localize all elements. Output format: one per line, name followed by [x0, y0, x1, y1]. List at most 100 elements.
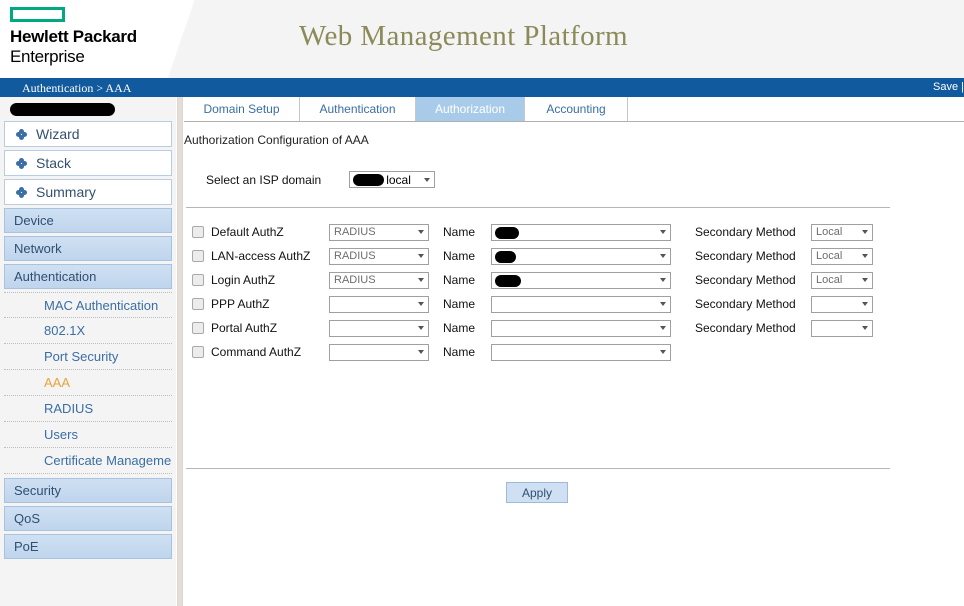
- tab-authorization[interactable]: Authorization: [416, 97, 525, 121]
- label-default-authz: Default AuthZ: [211, 225, 329, 239]
- isp-domain-value: local: [386, 173, 411, 187]
- secondary-method-select-lan-access-authz[interactable]: Local: [811, 248, 873, 265]
- sidebar-section-authentication[interactable]: Authentication: [4, 264, 172, 289]
- chevron-down-icon: [862, 326, 868, 330]
- sidebar-subitem-802-1x[interactable]: 802.1X: [4, 318, 172, 344]
- navigation-bar: Authentication > AAA Save |: [0, 78, 964, 97]
- authz-row-login-authz: Login AuthZRADIUSNameSecondary MethodLoc…: [192, 268, 912, 292]
- label-login-authz: Login AuthZ: [211, 273, 329, 287]
- name-label-default-authz: Name: [443, 225, 491, 239]
- method-value: RADIUS: [334, 250, 376, 262]
- chevron-down-icon: [862, 302, 868, 306]
- method-select-command-authz[interactable]: [329, 344, 429, 361]
- sidebar-subitem-port-security[interactable]: Port Security: [4, 344, 172, 370]
- secondary-method-value: Local: [816, 226, 842, 238]
- sidebar-section-device[interactable]: Device: [4, 208, 172, 233]
- checkbox-command-authz[interactable]: [192, 346, 204, 358]
- sidebar-section-poe[interactable]: PoE: [4, 534, 172, 559]
- secondary-method-label-lan-access-authz: Secondary Method: [695, 249, 811, 263]
- authz-row-ppp-authz: PPP AuthZ Name Secondary Method: [192, 292, 912, 316]
- name-select-default-authz[interactable]: [491, 224, 671, 241]
- method-select-ppp-authz[interactable]: [329, 296, 429, 313]
- name-select-login-authz[interactable]: [491, 272, 671, 289]
- brand-name-line1: Hewlett Packard: [10, 27, 160, 47]
- sidebar-section-security[interactable]: Security: [4, 478, 172, 503]
- sidebar-menu: Wizard Stack Summary Device Network Authentic…: [4, 121, 172, 562]
- name-label-command-authz: Name: [443, 345, 491, 359]
- method-value: RADIUS: [334, 226, 376, 238]
- isp-domain-redaction: [353, 174, 384, 186]
- name-label-login-authz: Name: [443, 273, 491, 287]
- secondary-method-select-default-authz[interactable]: Local: [811, 224, 873, 241]
- sidebar-section-qos[interactable]: QoS: [4, 506, 172, 531]
- sidebar-item-wizard[interactable]: Wizard: [4, 121, 172, 147]
- chevron-down-icon: [424, 178, 430, 182]
- name-select-command-authz[interactable]: [491, 344, 671, 361]
- breadcrumb: Authentication > AAA: [22, 81, 131, 96]
- name-label-lan-access-authz: Name: [443, 249, 491, 263]
- sidebar-item-stack[interactable]: Stack: [4, 150, 172, 176]
- chevron-down-icon: [418, 302, 424, 306]
- sidebar-subitem-users[interactable]: Users: [4, 422, 172, 448]
- chevron-down-icon: [660, 350, 666, 354]
- chevron-down-icon: [418, 350, 424, 354]
- secondary-method-label-default-authz: Secondary Method: [695, 225, 811, 239]
- sidebar-item-label: Stack: [36, 155, 71, 171]
- chevron-down-icon: [418, 326, 424, 330]
- checkbox-default-authz[interactable]: [192, 226, 204, 238]
- method-select-lan-access-authz[interactable]: RADIUS: [329, 248, 429, 265]
- secondary-method-label-ppp-authz: Secondary Method: [695, 297, 811, 311]
- sidebar-subitem-radius[interactable]: RADIUS: [4, 396, 172, 422]
- chevron-down-icon: [660, 230, 666, 234]
- tab-domain-setup[interactable]: Domain Setup: [184, 97, 300, 121]
- apply-button-wrapper: Apply: [184, 482, 890, 503]
- sidebar-content-separator: [177, 97, 183, 606]
- sidebar-section-network[interactable]: Network: [4, 236, 172, 261]
- main-content: Domain SetupAuthenticationAuthorizationA…: [184, 97, 964, 606]
- checkbox-login-authz[interactable]: [192, 274, 204, 286]
- save-link[interactable]: Save |: [933, 81, 964, 93]
- label-portal-authz: Portal AuthZ: [211, 321, 329, 335]
- sidebar: Wizard Stack Summary Device Network Authentic…: [0, 97, 176, 606]
- name-select-ppp-authz[interactable]: [491, 296, 671, 313]
- apply-button[interactable]: Apply: [506, 482, 568, 503]
- chevron-down-icon: [862, 278, 868, 282]
- name-label-ppp-authz: Name: [443, 297, 491, 311]
- name-redaction: [495, 275, 521, 287]
- name-select-lan-access-authz[interactable]: [491, 248, 671, 265]
- method-select-portal-authz[interactable]: [329, 320, 429, 337]
- chevron-down-icon: [862, 254, 868, 258]
- hpe-logo: Hewlett Packard Enterprise: [10, 7, 160, 67]
- brand-name: Hewlett Packard Enterprise: [10, 27, 160, 67]
- sidebar-subitem-mac-authentication[interactable]: MAC Authentication: [4, 292, 172, 318]
- isp-domain-select[interactable]: local: [349, 171, 435, 188]
- method-select-default-authz[interactable]: RADIUS: [329, 224, 429, 241]
- chevron-down-icon: [660, 302, 666, 306]
- content-title: Authorization Configuration of AAA: [184, 133, 369, 147]
- checkbox-lan-access-authz[interactable]: [192, 250, 204, 262]
- secondary-method-label-portal-authz: Secondary Method: [695, 321, 811, 335]
- tab-authentication[interactable]: Authentication: [300, 97, 416, 121]
- secondary-method-select-ppp-authz[interactable]: [811, 296, 873, 313]
- label-ppp-authz: PPP AuthZ: [211, 297, 329, 311]
- checkbox-ppp-authz[interactable]: [192, 298, 204, 310]
- sidebar-item-label: Wizard: [36, 126, 80, 142]
- secondary-method-select-portal-authz[interactable]: [811, 320, 873, 337]
- tab-accounting[interactable]: Accounting: [525, 97, 628, 121]
- authz-row-portal-authz: Portal AuthZ Name Secondary Method: [192, 316, 912, 340]
- secondary-method-value: Local: [816, 274, 842, 286]
- sidebar-item-label: Summary: [36, 184, 96, 200]
- name-select-portal-authz[interactable]: [491, 320, 671, 337]
- secondary-method-select-login-authz[interactable]: Local: [811, 272, 873, 289]
- checkbox-portal-authz[interactable]: [192, 322, 204, 334]
- chevron-down-icon: [660, 254, 666, 258]
- sidebar-subitem-certificate-management[interactable]: Certificate Management: [4, 448, 172, 474]
- chevron-down-icon: [418, 278, 424, 282]
- body-wrapper: Wizard Stack Summary Device Network Authentic…: [0, 97, 964, 606]
- method-select-login-authz[interactable]: RADIUS: [329, 272, 429, 289]
- chevron-down-icon: [418, 230, 424, 234]
- sidebar-item-summary[interactable]: Summary: [4, 179, 172, 205]
- tab-strip: Domain SetupAuthenticationAuthorizationA…: [184, 97, 964, 122]
- name-label-portal-authz: Name: [443, 321, 491, 335]
- sidebar-subitem-aaa[interactable]: AAA: [4, 370, 172, 396]
